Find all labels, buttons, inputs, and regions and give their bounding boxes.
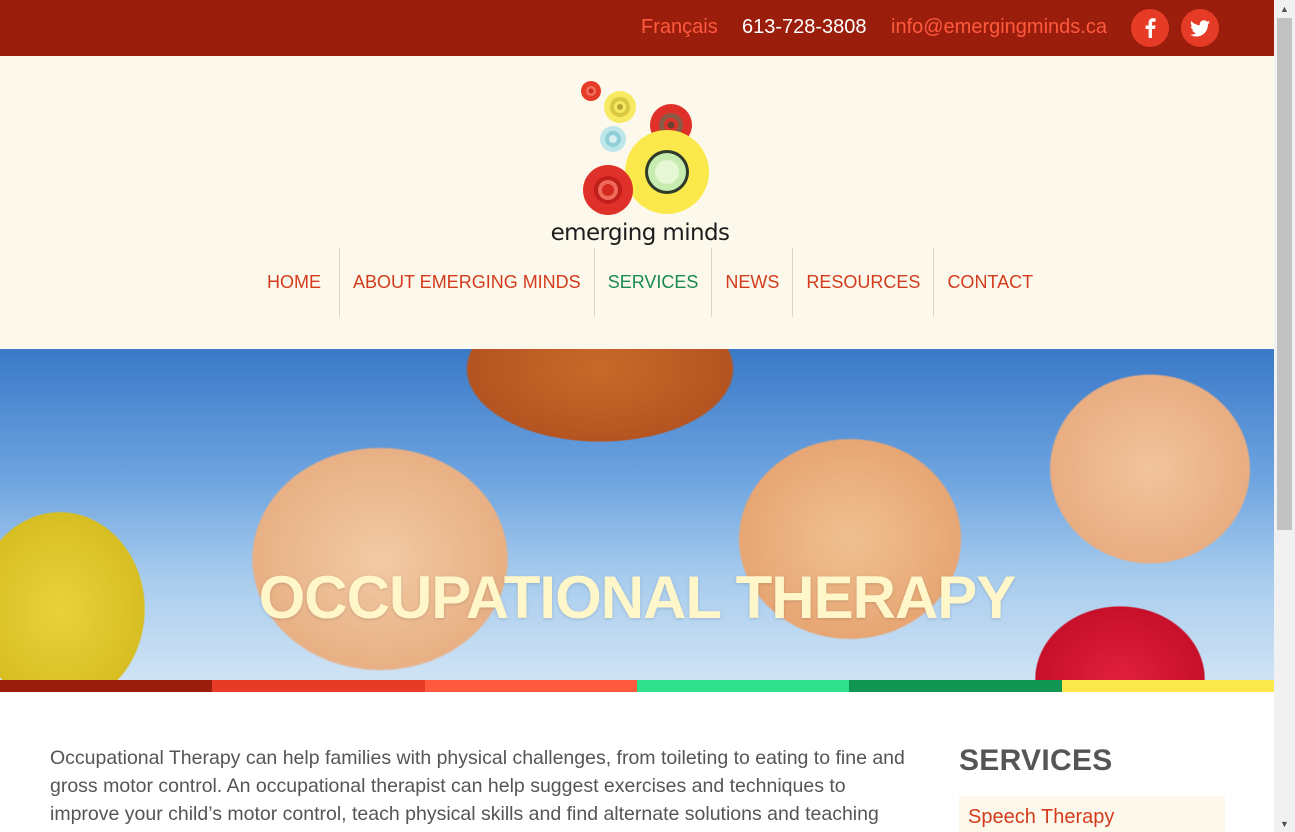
site-header: emerging minds HOME ABOUT EMERGING MINDS… xyxy=(0,56,1274,349)
logo-wordmark: emerging minds xyxy=(550,220,730,246)
strip-segment xyxy=(424,680,637,692)
nav-item-contact[interactable]: CONTACT xyxy=(933,248,1046,317)
nav-item-news[interactable]: NEWS xyxy=(711,248,792,317)
phone-link[interactable]: 613-728-3808 xyxy=(742,15,867,39)
nav-item-about[interactable]: ABOUT EMERGING MINDS xyxy=(339,248,594,317)
strip-segment xyxy=(212,680,425,692)
scrollbar[interactable]: ▲ ▼ xyxy=(1274,0,1295,832)
nav-item-home[interactable]: HOME xyxy=(253,248,339,317)
facebook-icon xyxy=(1145,18,1156,38)
email-link[interactable]: info@emergingminds.ca xyxy=(891,15,1107,39)
main-nav: HOME ABOUT EMERGING MINDS SERVICES NEWS … xyxy=(253,248,1046,317)
nav-item-resources[interactable]: RESOURCES xyxy=(792,248,933,317)
logo-circles xyxy=(581,81,709,215)
strip-segment xyxy=(636,680,850,692)
twitter-icon xyxy=(1190,19,1210,36)
strip-segment xyxy=(1061,680,1274,692)
twitter-button[interactable] xyxy=(1181,9,1219,47)
sidebar-item-speech-therapy[interactable]: Speech Therapy xyxy=(959,796,1225,832)
intro-paragraph: Occupational Therapy can help families w… xyxy=(50,747,905,825)
page: Français 613-728-3808 info@emergingminds… xyxy=(0,0,1295,832)
top-bar: Français 613-728-3808 info@emergingminds… xyxy=(0,0,1274,56)
color-strip xyxy=(0,680,1274,692)
facebook-button[interactable] xyxy=(1131,9,1169,47)
nav-item-services[interactable]: SERVICES xyxy=(593,248,712,317)
scroll-up-icon[interactable]: ▲ xyxy=(1274,0,1295,17)
strip-segment xyxy=(0,680,213,692)
strip-segment xyxy=(849,680,1062,692)
scroll-thumb[interactable] xyxy=(1277,18,1292,530)
hero-banner: OCCUPATIONAL THERAPY xyxy=(0,349,1274,680)
sidebar-title: SERVICES xyxy=(959,744,1113,777)
language-link[interactable]: Français xyxy=(641,15,718,39)
scroll-down-icon[interactable]: ▼ xyxy=(1274,815,1295,832)
logo[interactable]: emerging minds xyxy=(540,76,740,251)
page-title: OCCUPATIONAL THERAPY xyxy=(258,564,1017,631)
